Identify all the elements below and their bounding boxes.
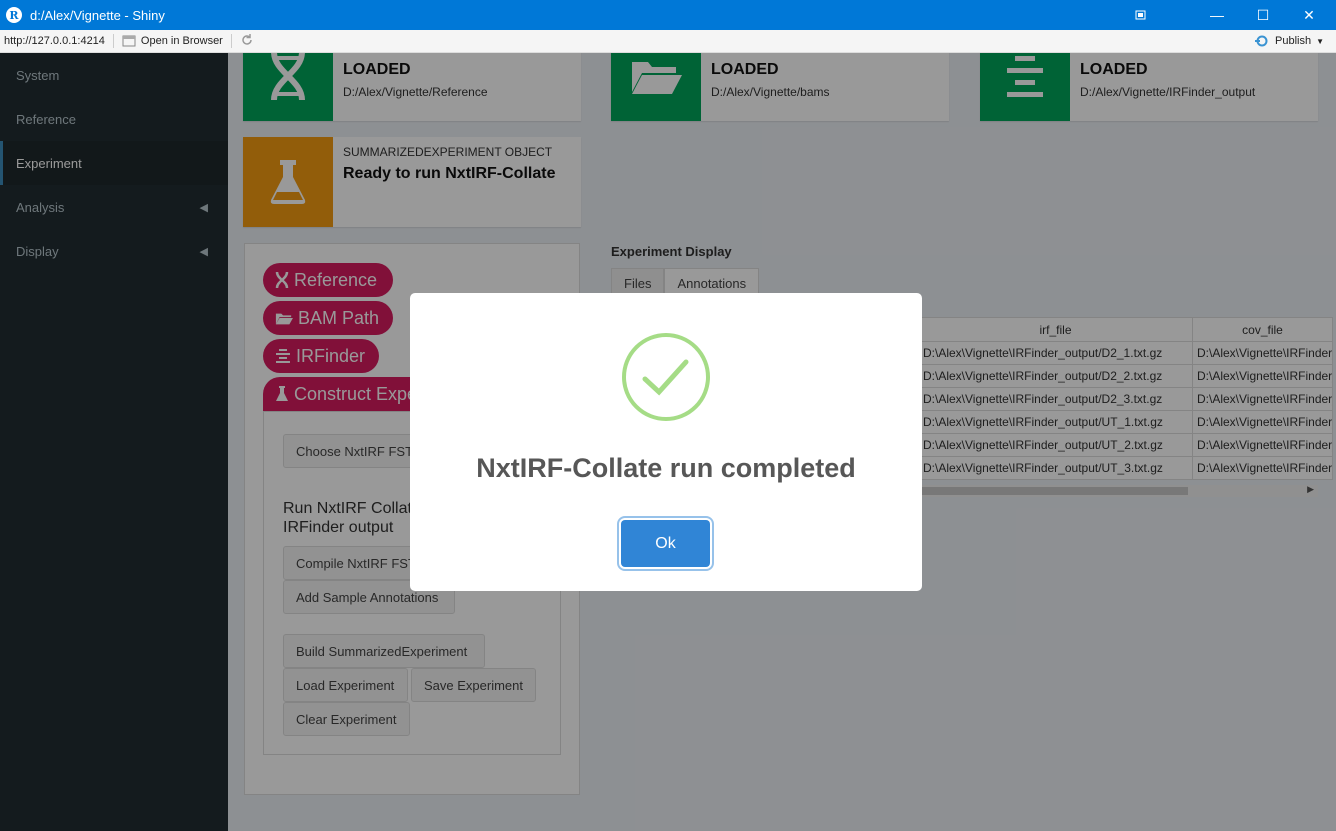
- maximize-button[interactable]: ☐: [1240, 0, 1286, 30]
- open-in-browser-label: Open in Browser: [140, 35, 223, 47]
- publish-button[interactable]: Publish ▼: [1254, 35, 1324, 47]
- r-app-icon: R: [6, 7, 22, 23]
- toolbar-divider: [230, 34, 232, 48]
- browser-toolbar: http://127.0.0.1:4214 Open in Browser Pu…: [0, 30, 1336, 53]
- close-button[interactable]: ✕: [1286, 0, 1332, 30]
- success-dialog: NxtIRF-Collate run completed Ok: [410, 293, 922, 591]
- refresh-icon[interactable]: [240, 33, 254, 50]
- restore-down-icon[interactable]: [1118, 0, 1164, 30]
- window-titlebar: R d:/Alex/Vignette - Shiny — ☐ ✕: [0, 0, 1336, 30]
- url-text[interactable]: http://127.0.0.1:4214: [4, 35, 105, 47]
- minimize-button[interactable]: —: [1194, 0, 1240, 30]
- publish-icon: [1255, 35, 1268, 47]
- open-browser-icon: [122, 35, 136, 47]
- ok-button[interactable]: Ok: [621, 520, 710, 567]
- window-title: d:/Alex/Vignette - Shiny: [30, 7, 165, 23]
- success-check-icon: [622, 333, 710, 421]
- publish-label: Publish: [1275, 35, 1312, 47]
- open-in-browser-button[interactable]: Open in Browser: [122, 35, 223, 47]
- chevron-down-icon: ▼: [1316, 36, 1324, 46]
- dialog-title: NxtIRF-Collate run completed: [476, 453, 856, 483]
- toolbar-divider: [112, 34, 114, 48]
